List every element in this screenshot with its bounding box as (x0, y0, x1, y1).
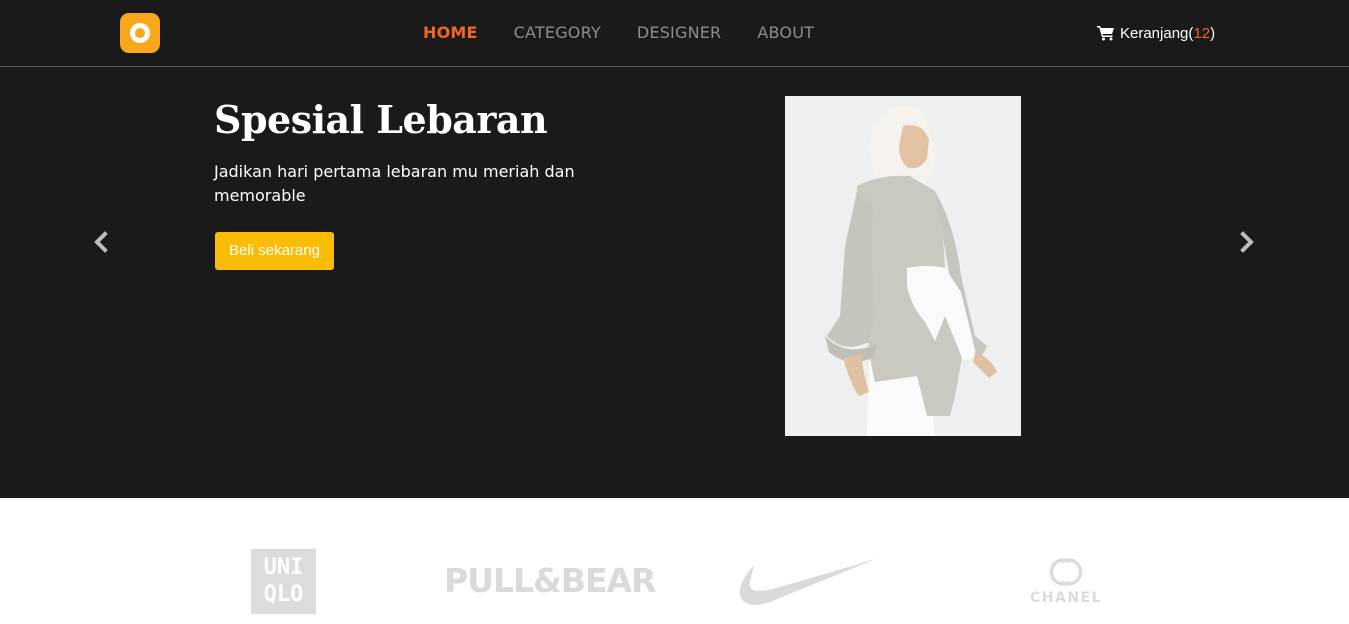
chevron-left-icon (94, 231, 108, 253)
hijab-model-photo (785, 96, 1021, 436)
nav-designer[interactable]: DESIGNER (637, 22, 722, 44)
chanel-logo[interactable]: CHANEL (1030, 556, 1102, 606)
hero-carousel: Spesial Lebaran Jadikan hari pertama leb… (0, 67, 1349, 498)
logo[interactable] (120, 13, 160, 53)
brand-logos: UNI QLO PULL&BEAR CHANEL (0, 498, 1349, 624)
hero-title: Spesial Lebaran (214, 97, 548, 142)
main-nav: HOME CATEGORY DESIGNER ABOUT (423, 22, 814, 44)
uniqlo-text-bottom: QLO (263, 581, 304, 607)
shopping-cart-icon (1097, 26, 1114, 41)
uniqlo-text-top: UNI (263, 555, 304, 580)
chanel-wordmark: CHANEL (1030, 590, 1103, 606)
cart-label: Keranjang (1120, 24, 1189, 42)
buy-now-button[interactable]: Beli sekarang (215, 232, 334, 270)
chevron-right-icon (1240, 231, 1254, 253)
cart-paren-close: ) (1210, 24, 1216, 42)
carousel-next-button[interactable] (1235, 227, 1259, 257)
hero-subtitle: Jadikan hari pertama lebaran mu meriah d… (214, 162, 575, 205)
ring-logo-icon (130, 23, 150, 43)
cart-count-badge: 12 (1193, 24, 1211, 42)
carousel-prev-button[interactable] (89, 227, 113, 257)
cart-button[interactable]: Keranjang(12) (1097, 22, 1215, 44)
nike-swoosh-logo[interactable] (734, 555, 876, 607)
chanel-cc-icon (1049, 558, 1083, 586)
nav-category[interactable]: CATEGORY (514, 22, 601, 44)
uniqlo-logo[interactable]: UNI QLO (251, 549, 316, 614)
nav-home[interactable]: HOME (423, 22, 478, 44)
pullbear-logo[interactable]: PULL&BEAR (444, 561, 656, 601)
navbar: HOME CATEGORY DESIGNER ABOUT Keranjang(1… (0, 0, 1349, 67)
nav-about[interactable]: ABOUT (757, 22, 814, 44)
